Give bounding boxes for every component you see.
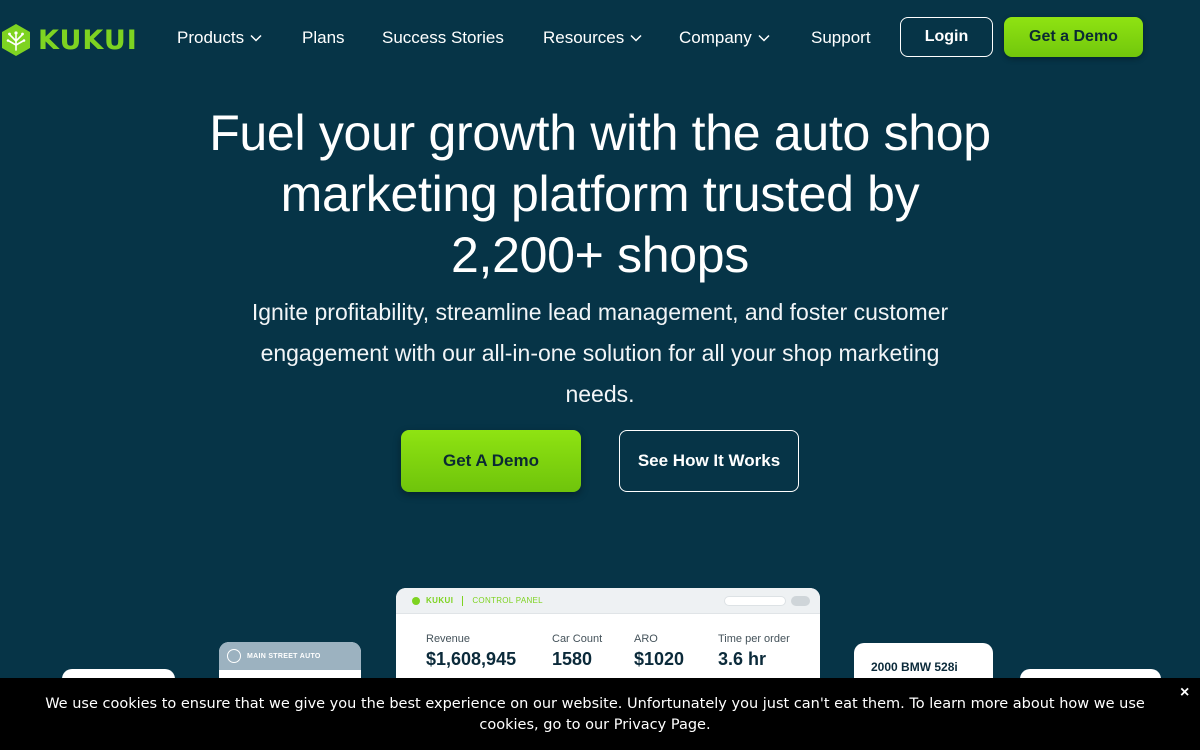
hero-subtitle: Ignite profitability, streamline lead ma… [251,299,949,407]
chevron-down-icon [758,34,770,42]
metric-time-per-order: Time per order 3.6 hr [718,633,790,670]
metric-label: ARO [634,633,658,645]
login-button[interactable]: Login [900,17,993,57]
cookie-message: We use cookies to ensure that we give yo… [45,696,1145,733]
shop-card-title: MAIN STREET AUTO [247,652,321,660]
hero-title: Fuel your growth with the auto shop mark… [209,105,991,283]
metric-value: 3.6 hr [718,649,767,669]
top-navigation: KUKUI Products Plans Success Stories Res… [0,0,1200,78]
metric-label: Car Count [552,633,603,645]
panel-section-title: CONTROL PANEL [472,596,543,605]
nav-item-products[interactable]: Products [177,28,262,48]
see-how-it-works-button[interactable]: See How It Works [619,430,799,492]
kukui-logo[interactable]: KUKUI [0,22,138,58]
shop-card-header: MAIN STREET AUTO [219,642,361,670]
kukui-logo-icon [412,596,420,605]
logo-wordmark: KUKUI [38,24,138,56]
nav-item-support[interactable]: Support [811,28,871,48]
nav-item-label: Products [177,28,245,47]
nav-item-success-stories[interactable]: Success Stories [382,28,504,48]
metric-car-count: Car Count 1580 [552,633,602,670]
chevron-down-icon [630,34,642,42]
metric-value: $1,608,945 [426,649,517,669]
nav-item-label: Plans [302,28,345,47]
metric-label: Time per order [718,633,790,645]
kukui-logo-icon [2,24,30,56]
close-icon[interactable]: × [1180,684,1189,702]
vehicle-title: 2000 BMW 528i [871,660,958,674]
chevron-down-icon [250,34,262,42]
panel-toggle-pill [791,596,810,606]
nav-item-resources[interactable]: Resources [543,28,642,48]
get-a-demo-cta-button[interactable]: Get A Demo [401,430,581,492]
metric-aro: ARO $1020 [634,633,684,670]
cookie-banner: We use cookies to ensure that we give yo… [0,678,1200,750]
nav-item-label: Resources [543,28,625,47]
nav-item-plans[interactable]: Plans [302,28,345,48]
shop-icon [227,649,241,663]
metric-value: $1020 [634,649,685,669]
metric-label: Revenue [426,633,471,645]
metric-revenue: Revenue $1,608,945 [426,633,516,670]
panel-logo-text: KUKUI [426,596,454,605]
get-a-demo-button[interactable]: Get a Demo [1004,17,1143,57]
panel-search-pill [724,596,786,606]
nav-item-label: Company [679,28,752,47]
nav-item-label: Support [811,28,871,47]
metric-value: 1580 [552,649,593,669]
divider [462,595,464,606]
nav-item-label: Success Stories [382,28,504,47]
nav-item-company[interactable]: Company [679,28,770,48]
